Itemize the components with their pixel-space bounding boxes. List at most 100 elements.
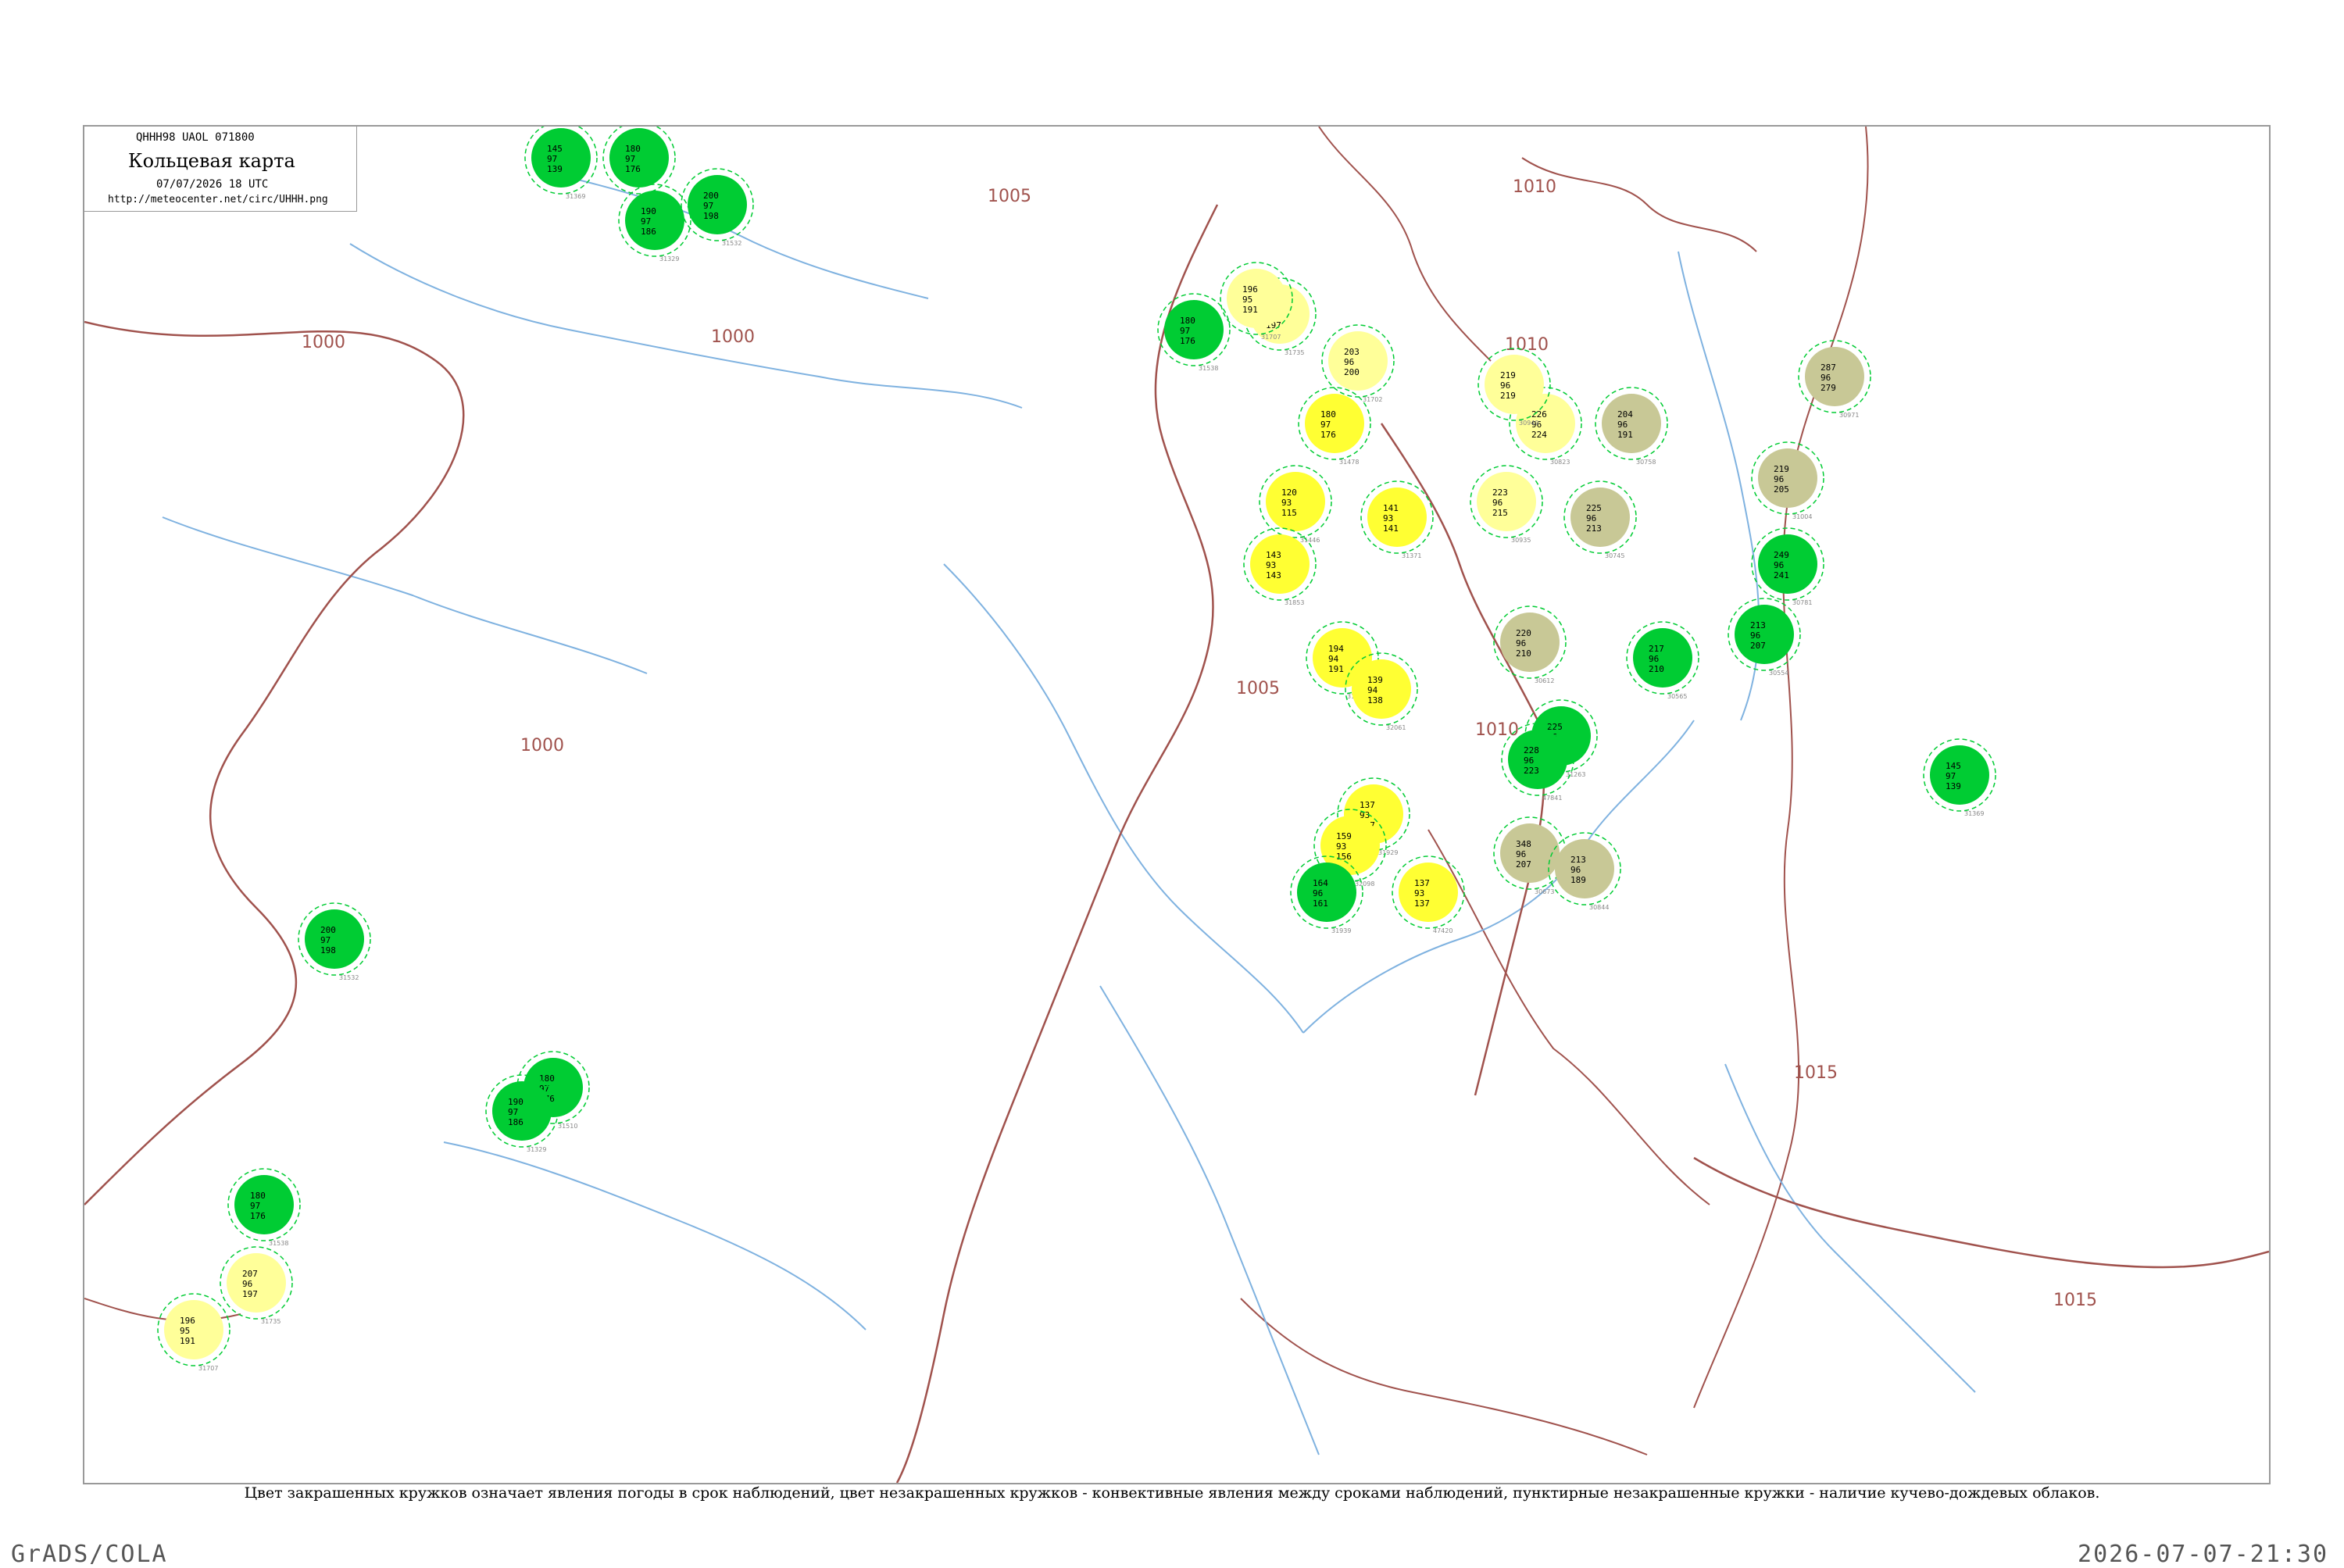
station-value: 191 xyxy=(1617,430,1633,440)
station-circle xyxy=(609,128,669,188)
station-value: 207 xyxy=(242,1269,258,1279)
station-value: 207 xyxy=(1750,641,1766,651)
station-id: 31446 xyxy=(1300,537,1320,544)
station-id: 31853 xyxy=(1285,599,1304,606)
station-value: 96 xyxy=(1524,755,1534,766)
station-circle xyxy=(1305,394,1364,453)
station-value: 204 xyxy=(1617,409,1633,420)
station-value: 156 xyxy=(1336,852,1352,862)
station-value: 96 xyxy=(1313,888,1323,898)
station-value: 180 xyxy=(539,1073,555,1084)
station-circle xyxy=(531,128,591,188)
station-value: 143 xyxy=(1266,570,1281,580)
isobar-1000 xyxy=(84,320,465,1205)
station-value: 164 xyxy=(1313,878,1328,888)
station-value: 145 xyxy=(1946,761,1961,771)
station-circle xyxy=(1297,863,1356,922)
station-circle xyxy=(164,1300,223,1359)
station-marker: 14597139 31369 xyxy=(524,127,598,200)
station-value: 213 xyxy=(1586,523,1602,534)
station-value: 196 xyxy=(180,1316,195,1326)
isobar-label: 1005 xyxy=(988,187,1031,206)
station-value: 96 xyxy=(1492,498,1503,508)
station-value: 197 xyxy=(242,1289,258,1299)
station-value: 96 xyxy=(1516,638,1526,648)
station-circle xyxy=(1602,394,1661,453)
station-circle xyxy=(1930,745,1989,805)
station-value: 180 xyxy=(1320,409,1336,420)
station-value: 213 xyxy=(1750,620,1766,630)
station-value: 348 xyxy=(1516,839,1531,849)
station-value: 97 xyxy=(508,1107,518,1117)
station-id: 31735 xyxy=(261,1318,280,1325)
station-marker: 14597139 31369 xyxy=(1923,738,1996,817)
station-id: 31532 xyxy=(722,240,741,247)
station-value: 189 xyxy=(1570,875,1586,885)
coastlines xyxy=(84,127,1869,1455)
station-id: 31369 xyxy=(1964,810,1984,817)
station-circle xyxy=(1266,472,1325,531)
station-value: 96 xyxy=(1344,357,1354,367)
station-marker: 18097176 31538 xyxy=(1157,293,1231,372)
station-marker: 22396215 30935 xyxy=(1470,465,1543,544)
station-value: 225 xyxy=(1586,503,1602,513)
station-value: 219 xyxy=(1774,464,1789,474)
station-value: 176 xyxy=(1180,336,1195,346)
station-value: 161 xyxy=(1313,898,1328,909)
station-circle xyxy=(1508,730,1567,789)
station-circle xyxy=(1758,448,1817,508)
station-id: 31532 xyxy=(339,974,359,981)
station-value: 93 xyxy=(1266,560,1276,570)
station-value: 93 xyxy=(1414,888,1424,898)
isobar-label: 1010 xyxy=(1513,177,1556,197)
isobar-label: 1000 xyxy=(302,333,345,352)
station-id: 31478 xyxy=(1339,459,1359,466)
station-id: 31538 xyxy=(269,1240,288,1247)
station-value: 96 xyxy=(1570,865,1581,875)
rivers xyxy=(162,173,1976,1455)
station-value: 97 xyxy=(641,216,651,227)
station-value: 200 xyxy=(1344,367,1360,377)
station-value: 217 xyxy=(1649,644,1664,654)
station-marker: 18097176 31478 xyxy=(1298,387,1371,466)
station-value: 95 xyxy=(1242,295,1252,305)
station-id: 31538 xyxy=(1199,365,1218,372)
station-marker: 24996241 30781 xyxy=(1751,527,1824,606)
station-id: 31371 xyxy=(1402,552,1421,559)
station-circle xyxy=(305,909,364,969)
isobar-label: 1005 xyxy=(1236,679,1280,698)
station-marker: 21396189 30844 xyxy=(1548,832,1621,911)
station-value: 215 xyxy=(1492,508,1508,518)
station-value: 213 xyxy=(1570,855,1586,865)
station-value: 137 xyxy=(1360,800,1375,810)
station-value: 225 xyxy=(1547,722,1563,732)
legend-caption: Цвет закрашенных кружков означает явлени… xyxy=(244,1484,2100,1502)
station-value: 191 xyxy=(1328,664,1344,674)
station-circle xyxy=(625,191,684,250)
station-circle xyxy=(1485,355,1544,414)
station-value: 93 xyxy=(1281,498,1292,508)
station-value: 279 xyxy=(1821,383,1836,393)
station-value: 180 xyxy=(1180,316,1195,326)
station-value: 249 xyxy=(1774,550,1789,560)
station-id: 32061 xyxy=(1386,724,1406,731)
station-marker: 18097176 31538 xyxy=(227,1168,301,1247)
map-url[interactable]: http://meteocenter.net/circ/UHHH.png xyxy=(108,194,328,205)
station-value: 96 xyxy=(1821,373,1831,383)
station-value: 219 xyxy=(1500,391,1516,401)
station-circle xyxy=(688,175,747,234)
station-value: 176 xyxy=(625,164,641,174)
station-marker: 19695191 31707 xyxy=(157,1293,230,1372)
station-value: 198 xyxy=(703,211,719,221)
station-value: 137 xyxy=(1414,878,1430,888)
station-id: 31929 xyxy=(1378,849,1398,856)
station-circle xyxy=(1164,300,1224,359)
station-value: 97 xyxy=(547,154,557,164)
station-value: 196 xyxy=(1242,284,1258,295)
station-id: 30971 xyxy=(1839,412,1859,419)
station-id: 31369 xyxy=(566,193,585,200)
station-value: 94 xyxy=(1367,685,1378,695)
station-id: 30935 xyxy=(1511,537,1531,544)
station-value: 97 xyxy=(703,201,713,211)
station-circle xyxy=(1555,839,1614,898)
